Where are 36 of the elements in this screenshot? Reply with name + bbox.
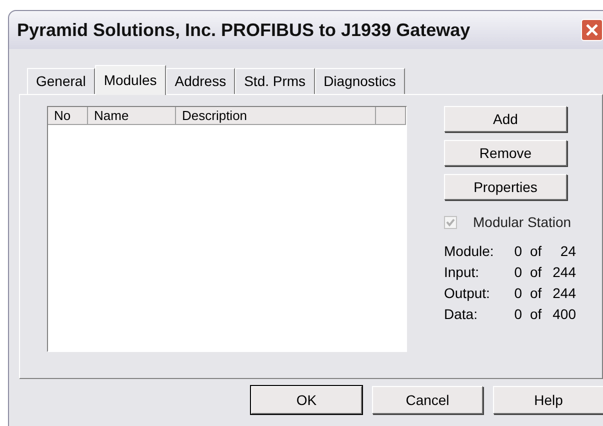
stat-of: of xyxy=(530,242,543,261)
column-header[interactable]: No xyxy=(48,107,88,125)
side-button[interactable]: Properties xyxy=(444,174,567,200)
dialog-button[interactable]: OK xyxy=(251,386,362,414)
column-header[interactable]: Description xyxy=(176,107,376,125)
checkbox-label: Modular Station xyxy=(473,213,572,232)
tab[interactable]: Address xyxy=(166,68,236,94)
stat-label: Module: xyxy=(444,242,495,261)
close-button[interactable] xyxy=(581,19,603,41)
side-button[interactable]: Add xyxy=(444,106,567,132)
tab[interactable]: Diagnostics xyxy=(314,68,405,94)
stat-value: 0 xyxy=(513,242,522,261)
dialog-button[interactable]: Help xyxy=(493,386,603,414)
stat-value: 0 xyxy=(513,263,522,282)
stat-max: 400 xyxy=(552,305,576,324)
dialog-button[interactable]: Cancel xyxy=(372,386,483,414)
column-header xyxy=(376,107,406,125)
close-icon xyxy=(585,23,599,37)
tab[interactable]: Modules xyxy=(94,65,166,95)
stat-of: of xyxy=(530,305,543,324)
stat-max: 244 xyxy=(552,263,576,282)
stat-max: 24 xyxy=(559,242,576,261)
stat-label: Data: xyxy=(444,305,478,324)
side-button[interactable]: Remove xyxy=(444,140,567,166)
tab[interactable]: General xyxy=(27,68,95,94)
stat-max: 244 xyxy=(552,284,576,303)
stat-label: Input: xyxy=(444,263,480,282)
stat-of: of xyxy=(530,284,543,303)
stat-of: of xyxy=(530,263,543,282)
tab[interactable]: Std. Prms xyxy=(235,68,315,94)
stat-label: Output: xyxy=(444,284,491,303)
checkmark-icon xyxy=(446,218,455,227)
window-title: Pyramid Solutions, Inc. PROFIBUS to J1939 Gateway xyxy=(17,18,472,42)
column-header[interactable]: Name xyxy=(88,107,176,125)
stat-value: 0 xyxy=(513,284,522,303)
stat-value: 0 xyxy=(513,305,522,324)
